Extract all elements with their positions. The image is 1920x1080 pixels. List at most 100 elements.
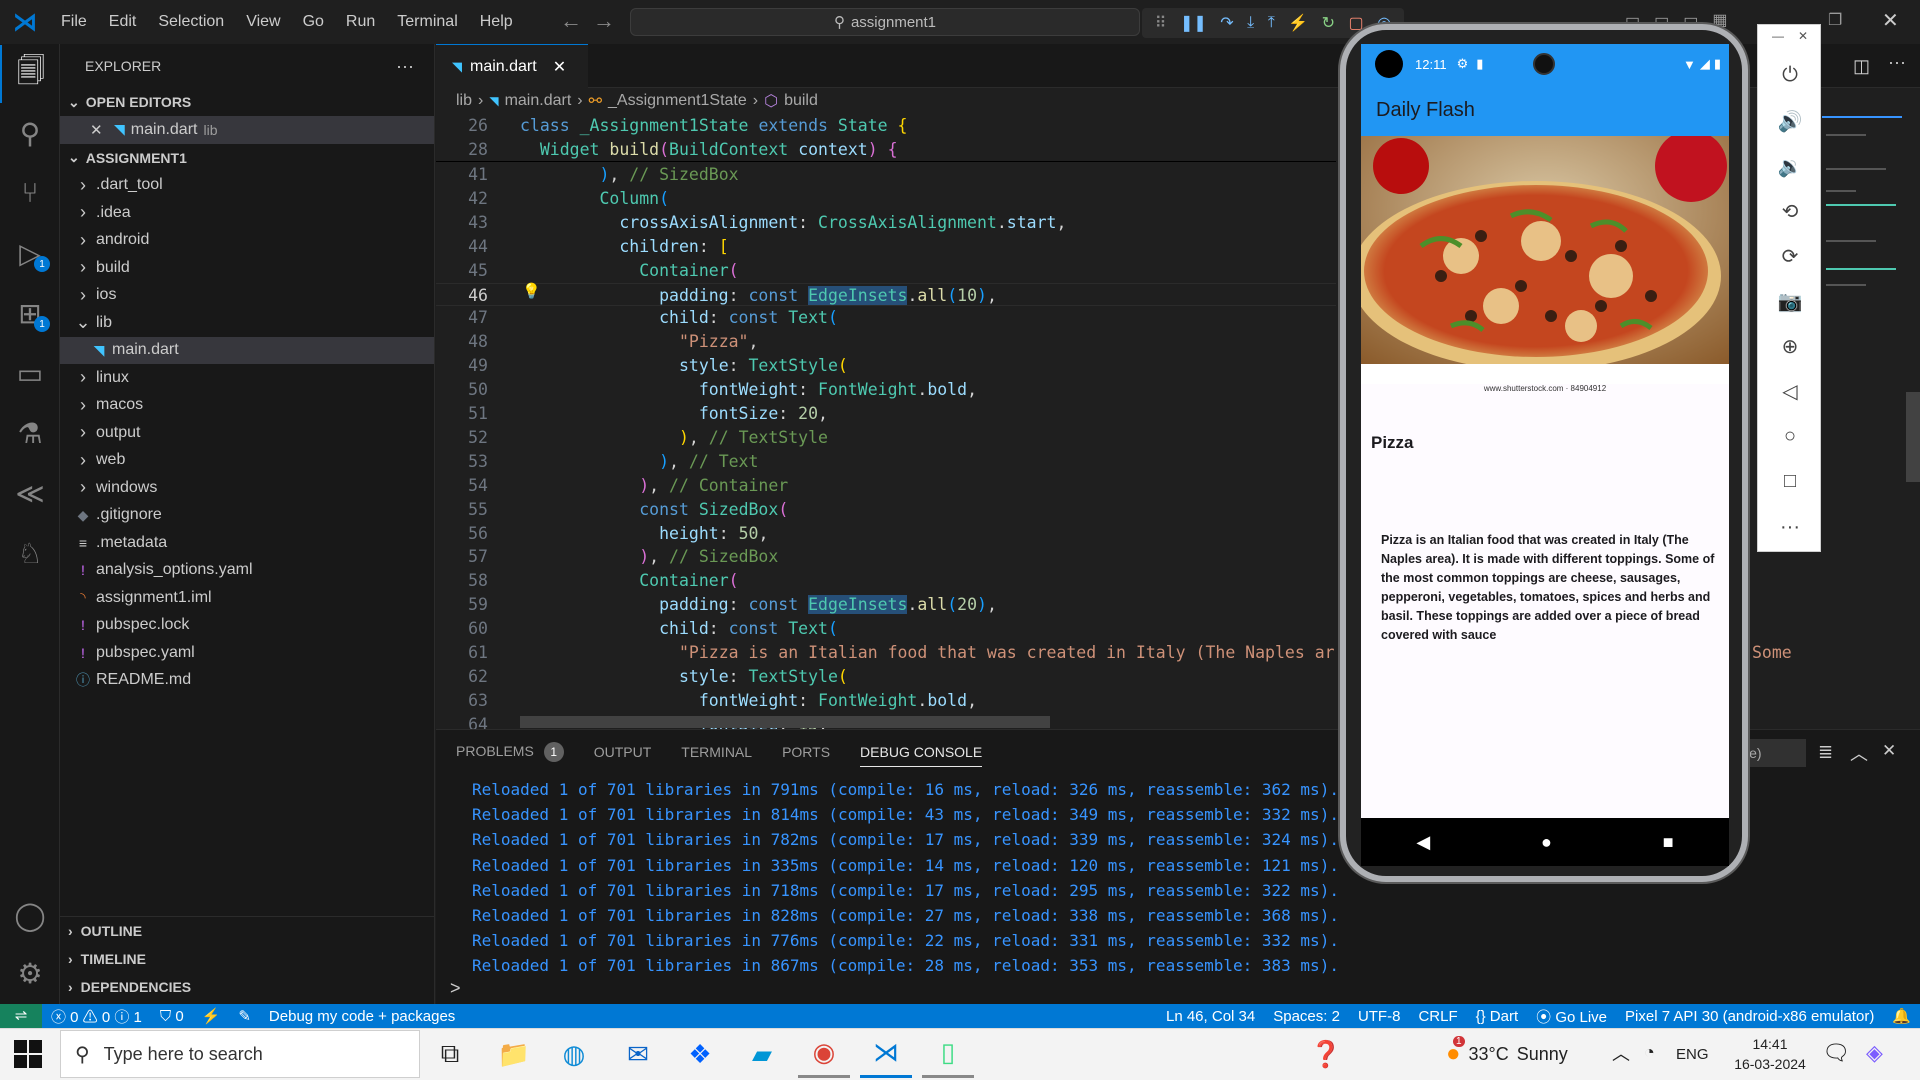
chrome-icon[interactable]: ◉: [798, 1030, 850, 1078]
input-language[interactable]: ENG: [1676, 1046, 1709, 1063]
emu-minimize-icon[interactable]: —: [1772, 29, 1784, 43]
step-into-icon[interactable]: ⤓: [1247, 14, 1254, 32]
restart-icon[interactable]: ↻: [1322, 13, 1335, 33]
menu-edit[interactable]: Edit: [98, 0, 148, 44]
tree-item[interactable]: › macos: [60, 392, 434, 420]
code-line[interactable]: 52 ), // TextStyle: [436, 426, 1336, 450]
sticky-line[interactable]: 26 class _Assignment1State extends State …: [436, 114, 1336, 138]
vertical-scrollbar[interactable]: [1906, 392, 1920, 482]
emu-back-icon[interactable]: ◁: [1758, 369, 1822, 413]
tree-item[interactable]: ◝ assignment1.iml: [60, 584, 434, 612]
code-line[interactable]: 43 crossAxisAlignment: CrossAxisAlignmen…: [436, 211, 1336, 235]
code-line[interactable]: 51 fontSize: 20,: [436, 402, 1336, 426]
restore-window-icon[interactable]: ❐: [1828, 10, 1842, 30]
horizontal-scrollbar[interactable]: [520, 716, 1050, 728]
volume-up-icon[interactable]: 🔊: [1758, 99, 1822, 143]
breadcrumb-folder[interactable]: lib: [456, 92, 472, 110]
weather-widget[interactable]: ● 1 33°C Sunny: [1446, 1036, 1568, 1072]
step-out-icon[interactable]: ⤒: [1268, 14, 1275, 32]
breadcrumb-file[interactable]: main.dart: [505, 92, 572, 110]
project-header[interactable]: ⌄ ASSIGNMENT1: [60, 144, 434, 172]
tree-item[interactable]: ⓘ README.md: [60, 667, 434, 695]
emu-more-icon[interactable]: ···: [1758, 505, 1822, 549]
code-line[interactable]: 45 Container(: [436, 259, 1336, 283]
tree-item[interactable]: › build: [60, 254, 434, 282]
lightbulb-icon[interactable]: 💡: [522, 282, 541, 300]
tree-item[interactable]: › ios: [60, 282, 434, 310]
code-line[interactable]: 53 ), // Text: [436, 450, 1336, 474]
code-line[interactable]: 60 child: const Text(: [436, 617, 1336, 641]
menu-file[interactable]: File: [50, 0, 98, 44]
code-line[interactable]: 41 ), // SizedBox: [436, 163, 1336, 187]
tree-item[interactable]: ! pubspec.yaml: [60, 639, 434, 667]
tree-item[interactable]: › .dart_tool: [60, 172, 434, 200]
debug-scope[interactable]: Debug my code + packages: [260, 1008, 464, 1025]
code-line[interactable]: 47 child: const Text(: [436, 306, 1336, 330]
tree-item[interactable]: ! pubspec.lock: [60, 612, 434, 640]
tree-item[interactable]: ≡ .metadata: [60, 529, 434, 557]
more-actions-icon[interactable]: ···: [396, 56, 414, 77]
tab-problems[interactable]: PROBLEMS 1: [456, 742, 564, 762]
console-prompt[interactable]: >: [450, 978, 461, 999]
code-line[interactable]: 54 ), // Container: [436, 474, 1336, 498]
drag-handle-icon[interactable]: ⠿: [1155, 13, 1167, 33]
menu-terminal[interactable]: Terminal: [386, 0, 468, 44]
explorer-icon[interactable]: 🗐: [0, 45, 60, 103]
tree-item[interactable]: › android: [60, 227, 434, 255]
tree-item[interactable]: ! analysis_options.yaml: [60, 557, 434, 585]
nav-back-icon[interactable]: ←: [560, 8, 582, 34]
clear-console-icon[interactable]: ≣: [1818, 742, 1833, 763]
hot-reload-icon[interactable]: ⚡: [1288, 13, 1308, 33]
file-explorer-icon[interactable]: 📁: [488, 1030, 540, 1078]
tree-item[interactable]: › windows: [60, 474, 434, 502]
code-line[interactable]: 46 padding: const EdgeInsets.all(10),: [436, 282, 1336, 307]
network-icon[interactable]: ◔: [1644, 1042, 1655, 1063]
menu-help[interactable]: Help: [469, 0, 524, 44]
code-line[interactable]: 57 ), // SizedBox: [436, 545, 1336, 569]
code-line[interactable]: 48 "Pizza",: [436, 330, 1336, 354]
nav-recents-icon[interactable]: ■: [1663, 832, 1674, 853]
tray-expand-icon[interactable]: ︿: [1612, 1040, 1630, 1066]
account-icon[interactable]: ◯: [0, 886, 60, 944]
taskbar-search[interactable]: ⚲ Type here to search: [60, 1030, 420, 1078]
tree-item[interactable]: › linux: [60, 364, 434, 392]
tree-item[interactable]: ◆ .gitignore: [60, 502, 434, 530]
split-editor-icon[interactable]: ◫: [1853, 56, 1870, 77]
breadcrumb-method[interactable]: build: [784, 92, 818, 110]
menu-view[interactable]: View: [235, 0, 291, 44]
volume-down-icon[interactable]: 🔉: [1758, 144, 1822, 188]
code-line[interactable]: 42 Column(: [436, 187, 1336, 211]
menu-go[interactable]: Go: [292, 0, 335, 44]
debug-run-icon[interactable]: ⚡: [193, 1007, 230, 1025]
sticky-line[interactable]: 28 Widget build(BuildContext context) {: [436, 138, 1336, 162]
code-line[interactable]: 62 style: TextStyle(: [436, 665, 1336, 689]
timeline-header[interactable]: › TIMELINE: [60, 945, 435, 973]
gitlab-icon[interactable]: ♘: [0, 524, 60, 582]
settings-gear-icon[interactable]: ⚙: [0, 944, 60, 1002]
open-editors-header[interactable]: ⌄ OPEN EDITORS: [60, 88, 434, 116]
debug-scope-icon[interactable]: ✎: [229, 1007, 260, 1025]
mail-icon[interactable]: ✉: [612, 1030, 664, 1078]
notifications-icon[interactable]: 🔔: [1883, 1007, 1920, 1025]
code-line[interactable]: 44 children: [: [436, 235, 1336, 259]
emu-home-icon[interactable]: ○: [1758, 414, 1822, 458]
tab-terminal[interactable]: TERMINAL: [681, 744, 752, 760]
source-control-icon[interactable]: ⑂: [0, 164, 60, 222]
tree-item[interactable]: ⌄ lib: [60, 309, 434, 337]
go-live[interactable]: ⦿ Go Live: [1527, 1006, 1616, 1027]
rotate-right-icon[interactable]: ⟳: [1758, 234, 1822, 278]
nav-home-icon[interactable]: ●: [1541, 832, 1552, 853]
code-line[interactable]: 55 const SizedBox(: [436, 498, 1336, 522]
close-panel-icon[interactable]: ✕: [1882, 741, 1896, 761]
camera-icon[interactable]: 📷: [1758, 279, 1822, 323]
code-line[interactable]: 59 padding: const EdgeInsets.all(20),: [436, 593, 1336, 617]
ports-status[interactable]: ⛉ 0: [151, 1008, 193, 1025]
editor-more-icon[interactable]: ···: [1888, 52, 1906, 73]
copilot-icon[interactable]: ◈: [1866, 1040, 1883, 1066]
minimap[interactable]: [1822, 110, 1906, 410]
code-line[interactable]: 56 height: 50,: [436, 522, 1336, 546]
power-icon[interactable]: ⏻: [1758, 53, 1822, 97]
code-line[interactable]: 61 "Pizza is an Italian food that was cr…: [436, 641, 1336, 665]
flutter-icon[interactable]: ≪: [0, 464, 60, 522]
command-center[interactable]: ⚲ assignment1: [630, 8, 1140, 36]
